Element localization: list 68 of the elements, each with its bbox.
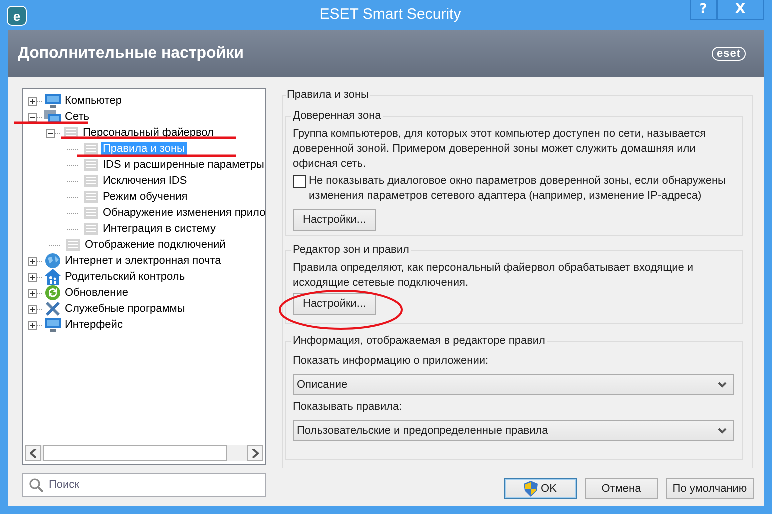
scroll-left-button[interactable] bbox=[25, 445, 41, 461]
page-icon bbox=[84, 159, 98, 171]
dialog-button[interactable]: Отмена bbox=[585, 478, 658, 499]
expand-toggle[interactable] bbox=[28, 288, 37, 298]
dialog-button[interactable]: По умолчанию bbox=[666, 478, 754, 499]
page-icon bbox=[84, 207, 98, 219]
brand-logo: eset bbox=[712, 46, 746, 60]
tree-item[interactable]: Обнаружение изменения прило bbox=[101, 206, 265, 220]
tree-item[interactable]: Обновление bbox=[63, 286, 131, 300]
tree-item[interactable]: Компьютер bbox=[63, 94, 124, 108]
dropdown[interactable]: Описание bbox=[293, 374, 734, 395]
collapse-toggle[interactable] bbox=[28, 112, 37, 122]
page-icon bbox=[66, 239, 80, 251]
tree-item[interactable]: Интерфейс bbox=[63, 318, 125, 332]
tools-icon bbox=[44, 301, 60, 317]
search-icon bbox=[29, 478, 44, 493]
settings-button[interactable]: Настройки... bbox=[293, 209, 376, 231]
collapse-toggle[interactable] bbox=[46, 128, 55, 138]
update-icon bbox=[44, 285, 60, 301]
settings-button[interactable]: Настройки... bbox=[293, 293, 376, 315]
checkbox[interactable] bbox=[293, 175, 306, 188]
tree-item[interactable]: IDS и расширенные параметры bbox=[101, 158, 265, 172]
search-field[interactable]: Поиск bbox=[22, 473, 266, 497]
page-icon bbox=[84, 191, 98, 203]
chevron-right-icon bbox=[252, 448, 258, 458]
expand-toggle[interactable] bbox=[28, 304, 37, 314]
globe-icon bbox=[44, 253, 60, 269]
tree-item[interactable]: Интернет и электронная почта bbox=[63, 254, 224, 268]
field-label: Показывать правила: bbox=[293, 401, 404, 413]
expand-toggle[interactable] bbox=[28, 96, 37, 106]
expand-toggle[interactable] bbox=[28, 272, 37, 282]
chevron-left-icon bbox=[30, 448, 36, 458]
tree-item[interactable]: Исключения IDS bbox=[101, 174, 190, 188]
checkbox-label: Не показывать диалоговое окно параметров доверенной зоны, если обнаружены изменения параметров сетевого адаптера (например, изменение IP-адреса) bbox=[309, 174, 727, 204]
monitor-icon bbox=[44, 318, 60, 332]
section-title: Правила и зоны bbox=[286, 88, 370, 103]
group-title: Доверенная зона bbox=[293, 110, 382, 122]
page-title: Дополнительные настройки bbox=[18, 44, 244, 62]
tree-item[interactable]: Режим обучения bbox=[101, 190, 190, 204]
chevron-down-icon bbox=[718, 382, 727, 388]
horizontal-scrollbar[interactable] bbox=[25, 445, 263, 461]
house-icon bbox=[44, 269, 60, 285]
tree-item[interactable]: Служебные программы bbox=[63, 302, 188, 316]
app-icon: e bbox=[7, 6, 27, 26]
tree-item[interactable]: Отображение подключений bbox=[83, 238, 228, 252]
network-icon bbox=[44, 110, 61, 124]
dropdown[interactable]: Пользовательские и предопределенные правила bbox=[293, 420, 734, 441]
chevron-down-icon bbox=[718, 428, 727, 434]
scroll-right-button[interactable] bbox=[247, 445, 263, 461]
scrollbar-thumb[interactable] bbox=[43, 445, 227, 461]
ok-button[interactable]: OK bbox=[504, 478, 577, 499]
page-icon bbox=[84, 223, 98, 235]
group-title: Редактор зон и правил bbox=[293, 244, 410, 256]
tree-item[interactable]: Персональный файервол bbox=[81, 126, 216, 140]
expand-toggle[interactable] bbox=[28, 256, 37, 266]
description-text: Группа компьютеров, для которых этот компьютер доступен по сети, называется доверенной зоной. Примером доверенной зоны может служить домашняя или офисная сеть. bbox=[293, 127, 708, 172]
group-title: Информация, отображаемая в редакторе правил bbox=[293, 335, 546, 347]
page-icon bbox=[84, 143, 98, 155]
monitor-icon bbox=[44, 94, 60, 108]
tree-item[interactable]: Сеть bbox=[63, 110, 92, 124]
description-text: Правила определяют, как персональный файервол обрабатывает входящие и исходящие сетевые подключения. bbox=[293, 261, 695, 291]
tree-item[interactable]: Интеграция в систему bbox=[101, 222, 218, 236]
window-title: ESET Smart Security bbox=[318, 5, 462, 25]
page-icon bbox=[84, 175, 98, 187]
shield-icon bbox=[524, 480, 538, 496]
expand-toggle[interactable] bbox=[28, 320, 37, 330]
field-label: Показать информацию о приложении: bbox=[293, 355, 490, 367]
tree-item[interactable]: Родительский контроль bbox=[63, 270, 188, 284]
